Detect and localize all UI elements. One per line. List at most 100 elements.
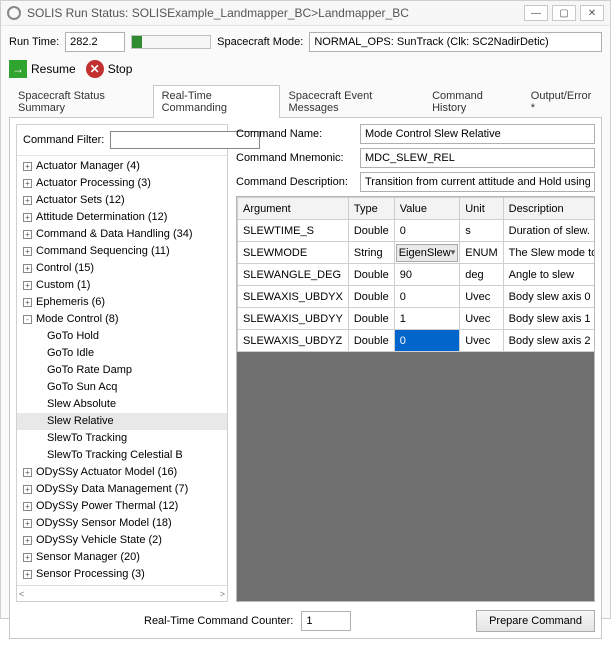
scroll-left-icon[interactable]: < [19, 589, 24, 599]
tree-item[interactable]: -Mode Control (8) [17, 311, 227, 328]
cell-unit[interactable]: ENUM [460, 242, 503, 264]
command-mnemonic-field[interactable] [360, 148, 595, 168]
tree-item[interactable]: GoTo Sun Acq [17, 379, 227, 396]
cell-value[interactable]: 1 [394, 308, 460, 330]
col-header-description[interactable]: Description [503, 198, 595, 220]
tab-output-error[interactable]: Output/Error * [522, 85, 602, 118]
col-header-value[interactable]: Value [394, 198, 460, 220]
tree-item[interactable]: +Sensor Manager (20) [17, 549, 227, 566]
expand-icon[interactable]: + [23, 570, 32, 579]
tree-item[interactable]: +Actuator Sets (12) [17, 192, 227, 209]
cell-type[interactable]: Double [348, 220, 394, 242]
cell-argument[interactable]: SLEWAXIS_UBDYY [238, 308, 349, 330]
tree-item[interactable]: SlewTo Tracking Celestial B [17, 447, 227, 464]
expand-icon[interactable]: + [23, 468, 32, 477]
tree-item[interactable]: +Attitude Determination (12) [17, 209, 227, 226]
table-row[interactable]: SLEWAXIS_UBDYXDouble0UvecBody slew axis … [238, 286, 596, 308]
cell-unit[interactable]: deg [460, 264, 503, 286]
expand-icon[interactable]: + [23, 247, 32, 256]
expand-icon[interactable]: + [23, 298, 32, 307]
cell-unit[interactable]: Uvec [460, 286, 503, 308]
expand-icon[interactable]: + [23, 213, 32, 222]
cell-argument[interactable]: SLEWAXIS_UBDYX [238, 286, 349, 308]
tree-item[interactable]: +Actuator Processing (3) [17, 175, 227, 192]
tree-item[interactable]: +ODySSy Vehicle State (2) [17, 532, 227, 549]
table-row[interactable]: SLEWANGLE_DEGDouble90degAngle to slew [238, 264, 596, 286]
cell-argument[interactable]: SLEWMODE [238, 242, 349, 264]
tree-item[interactable]: GoTo Idle [17, 345, 227, 362]
tree-item[interactable]: GoTo Rate Damp [17, 362, 227, 379]
table-row[interactable]: SLEWAXIS_UBDYYDouble1UvecBody slew axis … [238, 308, 596, 330]
cell-description[interactable]: Body slew axis 2 [503, 330, 595, 352]
tab-realtime-commanding[interactable]: Real-Time Commanding [153, 85, 280, 118]
cell-argument[interactable]: SLEWTIME_S [238, 220, 349, 242]
cell-unit[interactable]: Uvec [460, 330, 503, 352]
cell-value[interactable]: 0 [394, 220, 460, 242]
tree-item[interactable]: +ODySSy Actuator Model (16) [17, 464, 227, 481]
cell-value[interactable]: 0 [394, 286, 460, 308]
close-button[interactable]: ✕ [580, 5, 604, 21]
expand-icon[interactable]: + [23, 179, 32, 188]
col-header-type[interactable]: Type [348, 198, 394, 220]
tree-item[interactable]: GoTo Hold [17, 328, 227, 345]
expand-icon[interactable]: + [23, 230, 32, 239]
expand-icon[interactable]: + [23, 264, 32, 273]
tree-item[interactable]: +ODySSy Power Thermal (12) [17, 498, 227, 515]
stop-button[interactable]: ✕ Stop [86, 60, 133, 78]
expand-icon[interactable]: + [23, 162, 32, 171]
expand-icon[interactable]: + [23, 485, 32, 494]
resume-button[interactable]: → Resume [9, 60, 76, 78]
tree-item[interactable]: Slew Absolute [17, 396, 227, 413]
cell-type[interactable]: Double [348, 286, 394, 308]
maximize-button[interactable]: ▢ [552, 5, 576, 21]
mode-value[interactable] [309, 32, 602, 52]
expand-icon[interactable]: + [23, 281, 32, 290]
collapse-icon[interactable]: - [23, 315, 32, 324]
table-row[interactable]: SLEWTIME_SDouble0sDuration of slew. If t… [238, 220, 596, 242]
tab-status-summary[interactable]: Spacecraft Status Summary [9, 85, 153, 118]
col-header-unit[interactable]: Unit [460, 198, 503, 220]
tab-event-messages[interactable]: Spacecraft Event Messages [280, 85, 424, 118]
runtime-value[interactable] [65, 32, 125, 52]
expand-icon[interactable]: + [23, 196, 32, 205]
tree-item[interactable]: +Command Sequencing (11) [17, 243, 227, 260]
tree-item[interactable]: +Ephemeris (6) [17, 294, 227, 311]
cell-description[interactable]: Body slew axis 0 [503, 286, 595, 308]
expand-icon[interactable]: + [23, 536, 32, 545]
table-row[interactable]: SLEWAXIS_UBDYZDouble0UvecBody slew axis … [238, 330, 596, 352]
cell-argument[interactable]: SLEWANGLE_DEG [238, 264, 349, 286]
cell-type[interactable]: String [348, 242, 394, 264]
cell-description[interactable]: Angle to slew [503, 264, 595, 286]
chevron-down-icon[interactable]: ▾ [451, 247, 456, 258]
prepare-command-button[interactable]: Prepare Command [476, 610, 595, 632]
table-row[interactable]: SLEWMODEStringEigenSlew▾ENUMThe Slew mod… [238, 242, 596, 264]
tree-item[interactable]: +Sensor Processing (3) [17, 566, 227, 583]
tree-item[interactable]: +ODySSy Data Management (7) [17, 481, 227, 498]
tree-item[interactable]: +Control (15) [17, 260, 227, 277]
tree-item[interactable]: +Command & Data Handling (34) [17, 226, 227, 243]
tree-scrollbar-horizontal[interactable]: < > [17, 585, 227, 601]
cell-description[interactable]: The Slew mode to use (... [503, 242, 595, 264]
minimize-button[interactable]: — [524, 5, 548, 21]
expand-icon[interactable]: + [23, 519, 32, 528]
col-header-argument[interactable]: Argument [238, 198, 349, 220]
tree-item[interactable]: +ODySSy Sensor Model (18) [17, 515, 227, 532]
tree-item[interactable]: SlewTo Tracking [17, 430, 227, 447]
cell-description[interactable]: Duration of slew. If tim... [503, 220, 595, 242]
cell-value[interactable]: 90 [394, 264, 460, 286]
cell-unit[interactable]: s [460, 220, 503, 242]
cell-unit[interactable]: Uvec [460, 308, 503, 330]
command-tree[interactable]: +Actuator Manager (4)+Actuator Processin… [17, 156, 227, 585]
value-combobox[interactable]: EigenSlew▾ [396, 244, 459, 262]
expand-icon[interactable]: + [23, 553, 32, 562]
cell-type[interactable]: Double [348, 264, 394, 286]
argument-grid[interactable]: Argument Type Value Unit Description SLE… [237, 197, 595, 352]
tree-item[interactable]: +Custom (1) [17, 277, 227, 294]
command-description-field[interactable] [360, 172, 595, 192]
cell-value[interactable]: EigenSlew▾ [394, 242, 460, 264]
cell-argument[interactable]: SLEWAXIS_UBDYZ [238, 330, 349, 352]
expand-icon[interactable]: + [23, 502, 32, 511]
cell-type[interactable]: Double [348, 330, 394, 352]
counter-field[interactable] [301, 611, 351, 631]
tree-item[interactable]: +Actuator Manager (4) [17, 158, 227, 175]
